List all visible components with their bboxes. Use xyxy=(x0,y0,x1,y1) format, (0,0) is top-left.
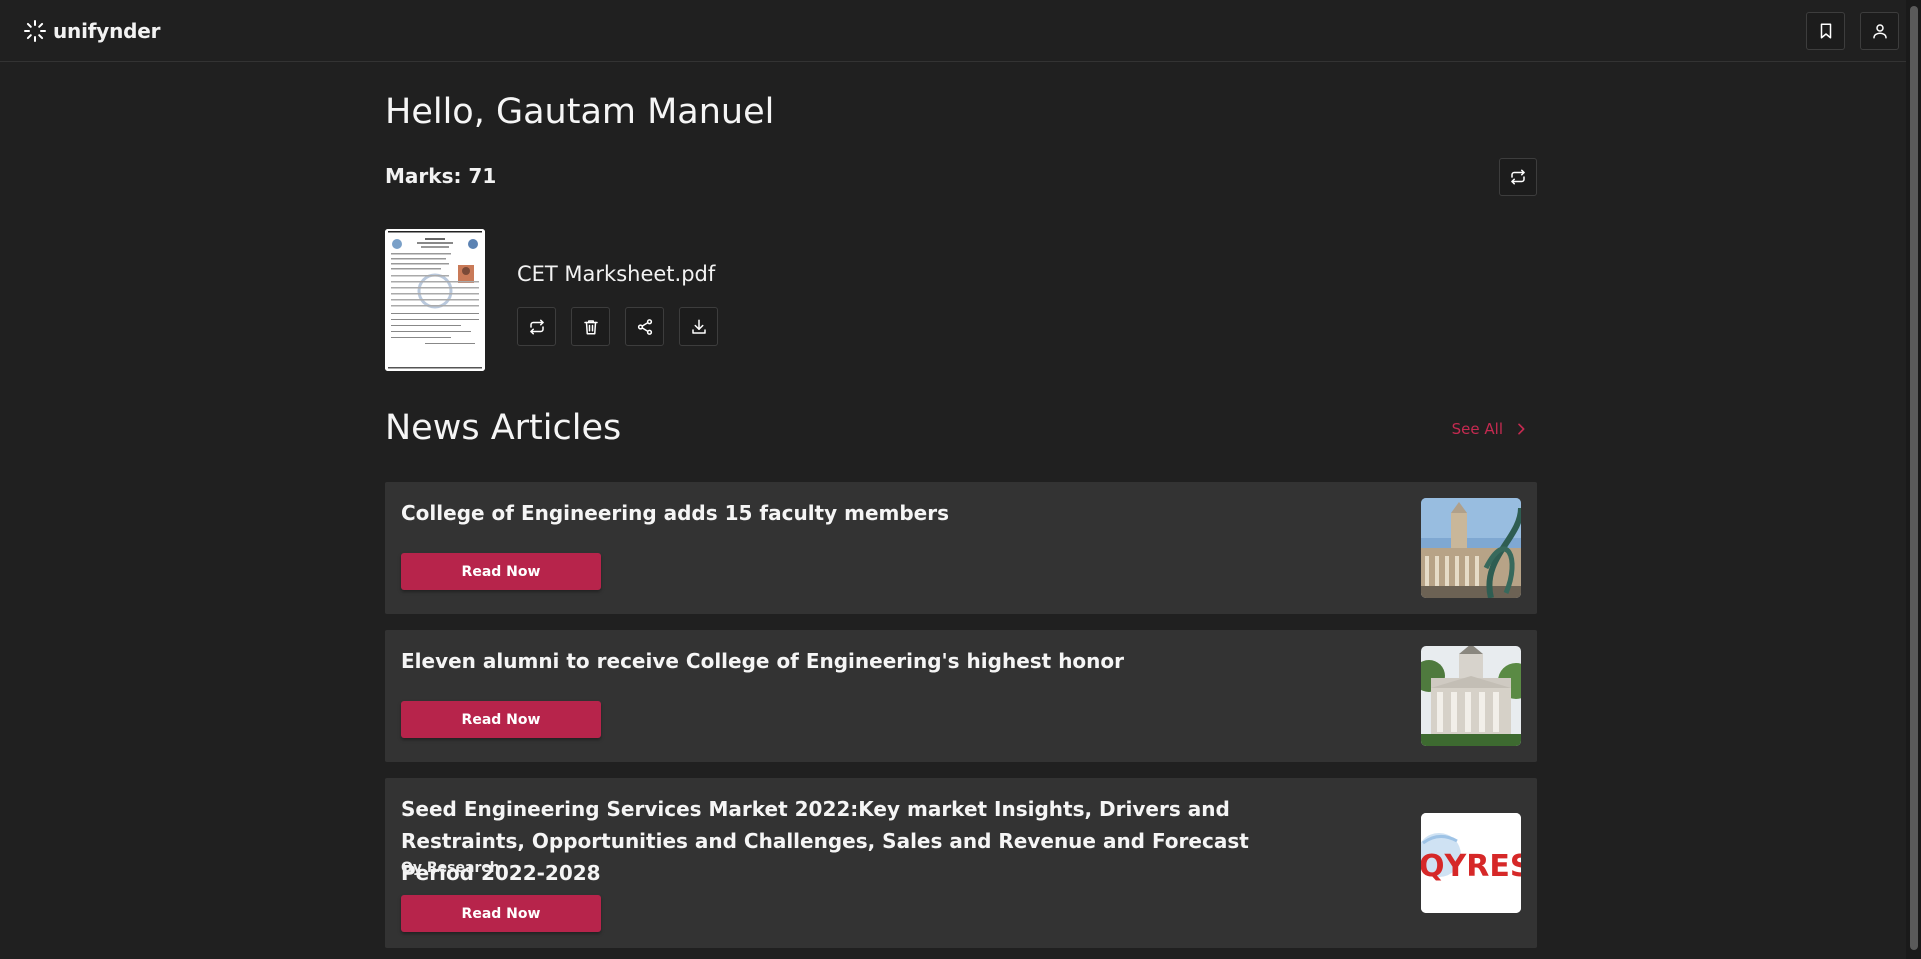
article-title[interactable]: Seed Engineering Services Market 2022:Ke… xyxy=(401,793,1261,889)
read-now-button[interactable]: Read Now xyxy=(401,553,601,590)
page-scrollbar[interactable] xyxy=(1906,0,1921,959)
scroll-thumb[interactable] xyxy=(1910,6,1918,950)
marks-value: Marks: 71 xyxy=(385,164,497,188)
brand-logo[interactable]: unifynder xyxy=(23,19,160,43)
delete-button[interactable] xyxy=(571,307,610,346)
article-thumbnail[interactable] xyxy=(1421,646,1521,746)
article-title[interactable]: Eleven alumni to receive College of Engi… xyxy=(401,645,1361,677)
news-article-card: Seed Engineering Services Market 2022:Ke… xyxy=(385,778,1537,948)
replace-icon xyxy=(1511,169,1525,185)
file-thumbnail[interactable] xyxy=(385,229,485,371)
news-heading: News Articles xyxy=(385,408,622,448)
read-now-button[interactable]: Read Now xyxy=(401,701,601,738)
qy-research-logo: QYRESEA xyxy=(1421,813,1521,913)
bookmark-icon xyxy=(1820,23,1831,38)
see-all-label: See All xyxy=(1451,420,1503,438)
news-article-card: Eleven alumni to receive College of Engi… xyxy=(385,630,1537,762)
read-now-button[interactable]: Read Now xyxy=(401,895,601,932)
document-preview-image xyxy=(385,229,485,371)
brand-name: unifynder xyxy=(53,18,161,43)
top-navbar: unifynder xyxy=(0,0,1906,62)
greeting-title: Hello, Gautam Manuel xyxy=(385,92,775,132)
bookmarks-button[interactable] xyxy=(1806,11,1845,50)
article-thumbnail[interactable] xyxy=(1421,498,1521,598)
loader-icon xyxy=(24,19,46,42)
file-name[interactable]: CET Marksheet.pdf xyxy=(517,262,715,286)
file-actions xyxy=(517,307,718,346)
replace-button[interactable] xyxy=(517,307,556,346)
profile-button[interactable] xyxy=(1860,11,1899,50)
chevron-right-icon xyxy=(1518,423,1525,435)
download-button[interactable] xyxy=(679,307,718,346)
marks-row: Marks: 71 xyxy=(385,158,1537,198)
article-source: Qy Research xyxy=(401,860,500,876)
download-icon xyxy=(691,319,706,334)
delete-icon xyxy=(583,319,598,334)
building-image xyxy=(1421,498,1521,598)
see-all-link[interactable]: See All xyxy=(1452,420,1529,438)
share-button[interactable] xyxy=(625,307,664,346)
share-icon xyxy=(637,318,652,335)
building-image xyxy=(1421,646,1521,746)
replace-icon xyxy=(529,319,544,334)
article-title[interactable]: College of Engineering adds 15 faculty m… xyxy=(401,497,1361,529)
news-article-card: College of Engineering adds 15 faculty m… xyxy=(385,482,1537,614)
user-icon xyxy=(1872,23,1887,38)
replace-file-button[interactable] xyxy=(1499,158,1537,196)
article-thumbnail[interactable]: QYRESEA xyxy=(1421,813,1521,913)
svg-text:QYRESEA: QYRESEA xyxy=(1421,849,1521,884)
